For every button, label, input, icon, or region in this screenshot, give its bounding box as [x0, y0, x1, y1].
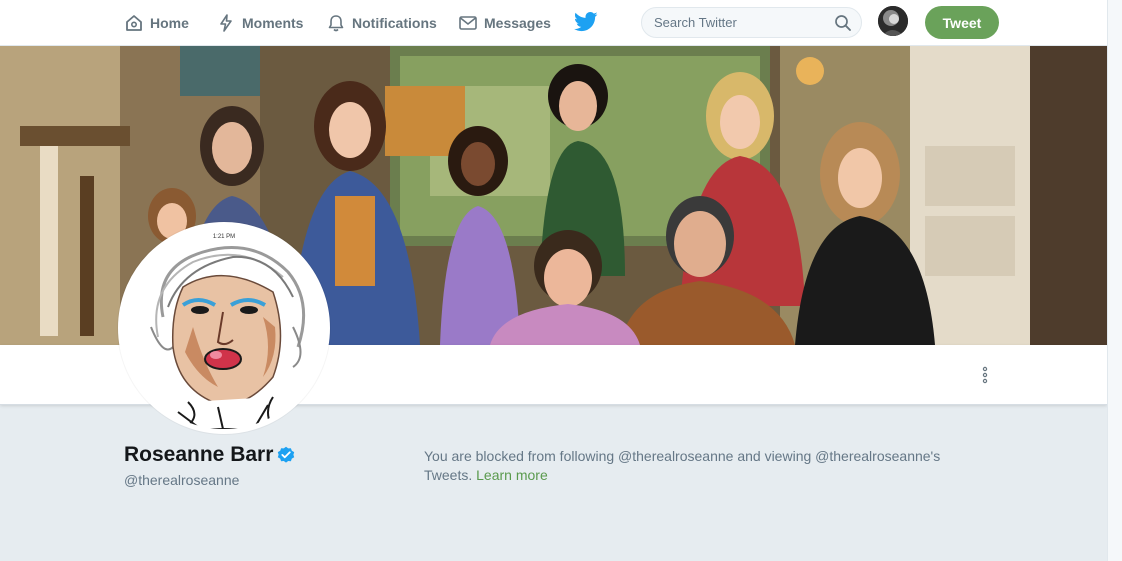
moments-icon [216, 13, 236, 33]
learn-more-link[interactable]: Learn more [476, 467, 548, 483]
nav-moments[interactable]: Moments [216, 11, 303, 35]
nav-messages-label: Messages [484, 15, 551, 31]
nav-messages[interactable]: Messages [458, 11, 551, 35]
home-icon [124, 13, 144, 33]
blocked-notice: You are blocked from following @therealr… [424, 447, 984, 485]
nav-notifications[interactable]: Notifications [326, 11, 437, 35]
profile-name-row: Roseanne Barr [124, 443, 295, 467]
verified-badge-icon [277, 446, 295, 464]
more-options-button[interactable] [972, 363, 998, 387]
profile-name[interactable]: Roseanne Barr [124, 443, 273, 467]
top-navigation: Home Moments Notifications Messages Sear… [0, 0, 1107, 46]
user-avatar[interactable] [878, 6, 908, 36]
nav-home-label: Home [150, 15, 189, 31]
avatar-caption: 1:21 PM [213, 234, 235, 240]
notifications-icon [326, 13, 346, 33]
profile-avatar[interactable]: 1:21 PM [118, 222, 330, 434]
profile-handle[interactable]: @therealroseanne [124, 472, 239, 488]
search-input[interactable] [642, 8, 832, 37]
nav-moments-label: Moments [242, 15, 304, 31]
more-vertical-icon [982, 366, 988, 384]
page-edge [1107, 0, 1122, 561]
tweet-button[interactable]: Tweet [925, 6, 999, 39]
search-icon[interactable] [834, 14, 852, 32]
search-box [641, 7, 862, 38]
nav-notifications-label: Notifications [352, 15, 437, 31]
messages-icon [458, 13, 478, 33]
profile-page: Home Moments Notifications Messages Sear… [0, 0, 1107, 561]
twitter-bird-icon[interactable] [574, 11, 598, 33]
nav-home[interactable]: Home [124, 11, 189, 35]
